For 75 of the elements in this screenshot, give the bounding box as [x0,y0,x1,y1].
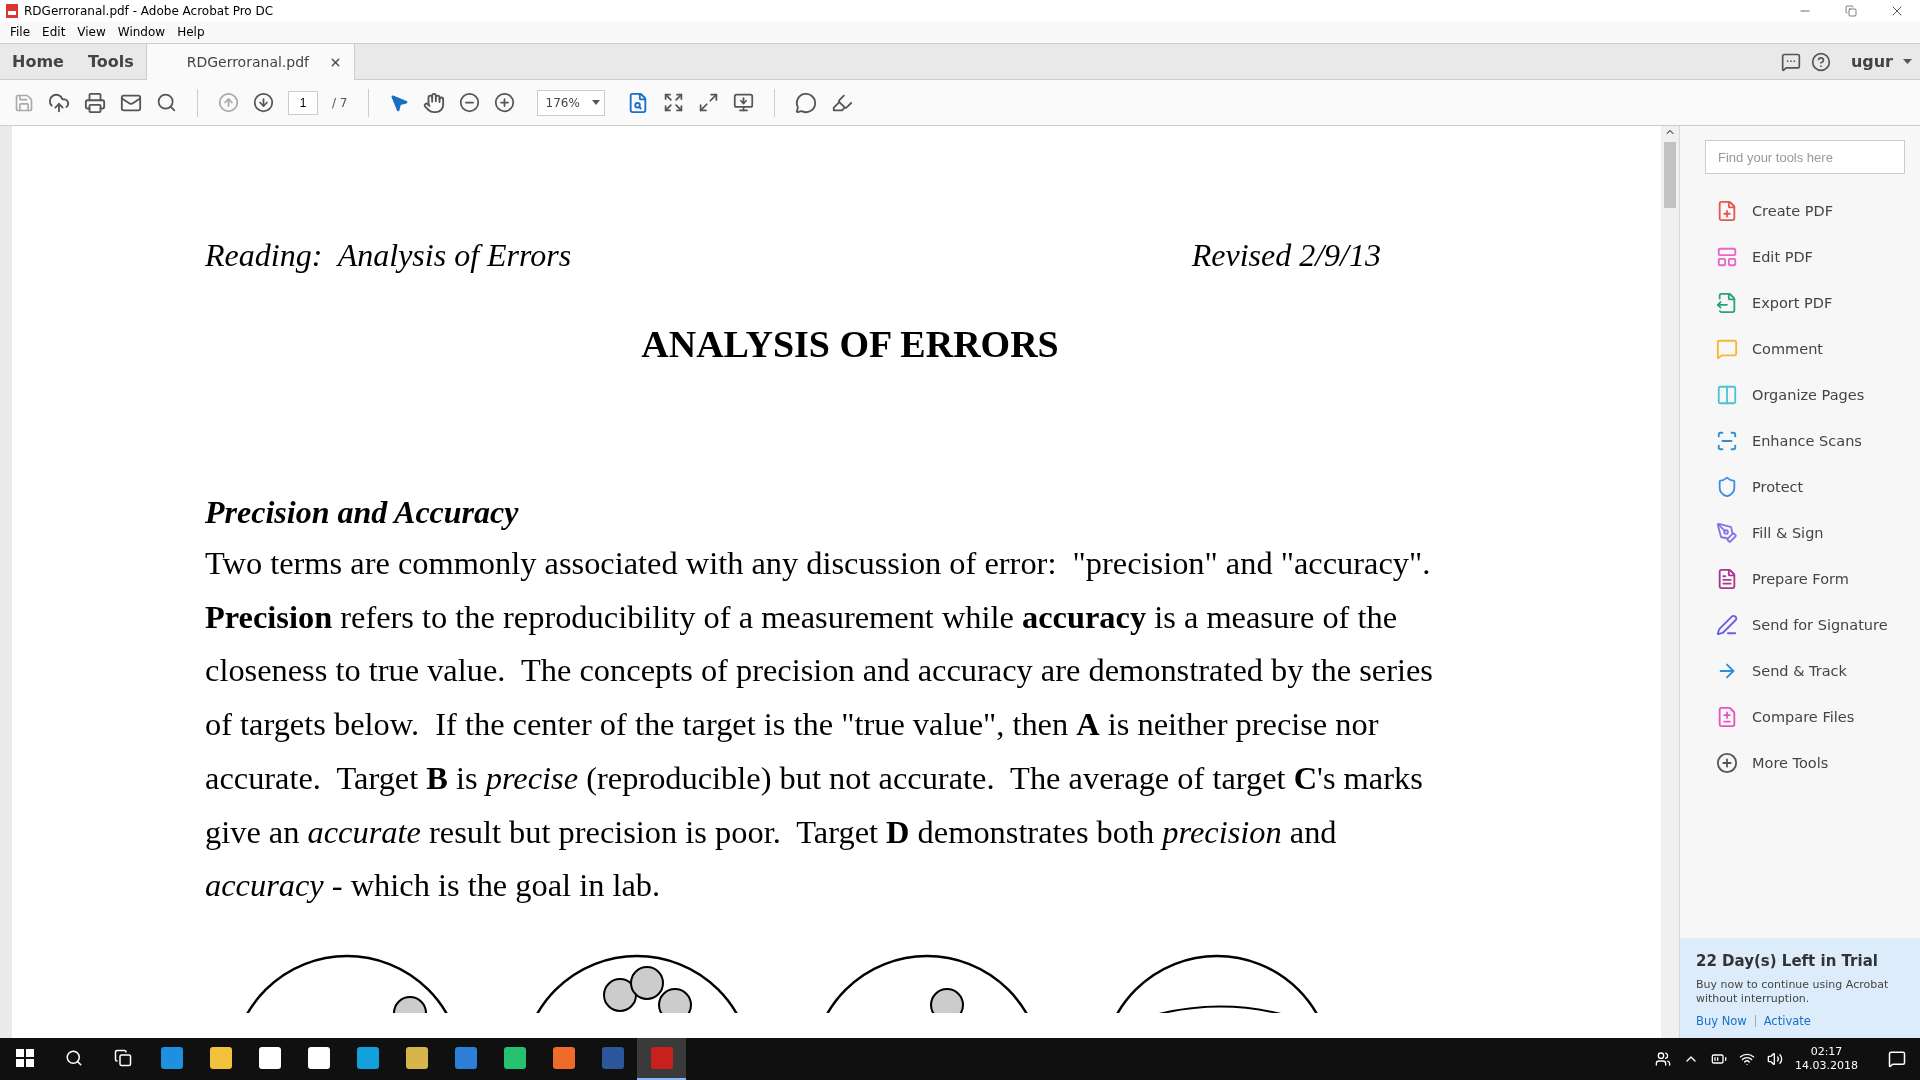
zoom-in-button[interactable] [493,92,515,113]
tool-item[interactable]: Edit PDF [1680,234,1920,280]
tool-item[interactable]: Compare Files [1680,694,1920,740]
tool-item[interactable]: More Tools [1680,740,1920,786]
app-icon [650,1047,673,1069]
comment-icon[interactable] [1780,51,1801,72]
search-button[interactable] [156,92,177,113]
next-page-button[interactable] [253,92,274,113]
notifications-icon[interactable] [1888,1050,1906,1068]
revision-date: Revised 2/9/13 [1191,237,1381,274]
upload-button[interactable] [48,91,70,114]
app-icon [503,1047,526,1069]
caret-icon[interactable] [1903,59,1912,64]
hand-tool-button[interactable] [422,91,445,114]
tool-item[interactable]: Comment [1680,326,1920,372]
trial-link[interactable]: Buy Now [1696,1014,1747,1028]
caret-icon [591,100,600,105]
trial-text: Buy now to continue using Acrobat without interruption. [1696,978,1890,1006]
volume-icon[interactable] [1767,1051,1783,1067]
app-icon [258,1047,281,1069]
page-number-field[interactable]: 1 [288,90,318,115]
app-icon [454,1047,477,1069]
section-heading: Precision and Accuracy [205,494,520,531]
search-icon [64,1049,83,1067]
menu-item[interactable]: View [71,22,112,43]
clock[interactable]: 02:17 14.03.2018 [1795,1045,1858,1073]
scrollbar-thumb[interactable] [1664,142,1676,208]
print-button[interactable] [84,91,106,114]
scroll-mode-button[interactable] [732,92,754,113]
document-title: ANALYSIS OF ERRORS [640,322,1060,366]
tool-item[interactable]: Protect [1680,464,1920,510]
page-count: / 7 [332,95,348,110]
help-icon[interactable] [1810,51,1831,72]
tool-item[interactable]: Create PDF [1680,188,1920,234]
user-name[interactable]: ugur [1850,52,1893,71]
fit-page-button[interactable] [662,92,684,113]
tool-item[interactable]: Enhance Scans [1680,418,1920,464]
network-icon[interactable] [1739,1051,1755,1067]
document-tab[interactable]: RDGerroranal.pdf [145,44,355,80]
app-icon [209,1047,232,1069]
nav-tab[interactable]: Home [0,44,76,79]
trial-title: 22 Day(s) Left in Trial [1696,952,1879,970]
pdf-file-icon [6,4,18,18]
battery-icon[interactable] [1711,1051,1727,1067]
app-icon [601,1047,624,1069]
window-title: RDGerroranal.pdf - Adobe Acrobat Pro DC [24,4,274,18]
menu-item[interactable]: Window [111,22,172,43]
people-icon[interactable] [1655,1051,1671,1067]
scrollbar[interactable] [1661,126,1679,1038]
page-header-text: Reading: Analysis of Errors [205,237,572,274]
app-icon [160,1047,183,1069]
paragraph: Two terms are commonly associated with any discussion of error: "precision" and "accuracy". Precision refers to the reproducibility of a measurement while accuracy is a measure of the closeness to true value. The concepts of precision and accuracy are demonstrated by the series of targets below. If the center of the target is the "true value", then A is neither precise nor accurate. Target B is precise (reproducible) but not accurate. The average of target C's marks give an accurate result but precision is poor. Target D demonstrates both precision and accuracy - which is the goal in lab. [205,544,1434,906]
app-icon [356,1047,379,1069]
task-view-icon [113,1049,132,1067]
trial-link[interactable]: Activate [1763,1014,1811,1028]
zoom-out-button[interactable] [458,92,480,113]
tools-search-field[interactable]: Find your tools here [1705,140,1905,174]
menu-item[interactable]: File [4,22,37,43]
menu-item[interactable]: Help [171,22,211,43]
tool-item[interactable]: Fill & Sign [1680,510,1920,556]
menu-item[interactable]: Edit [36,22,72,43]
tool-item[interactable]: Send & Track [1680,648,1920,694]
tool-item[interactable]: Export PDF [1680,280,1920,326]
restore-icon [1845,5,1857,17]
tool-item[interactable]: Prepare Form [1680,556,1920,602]
zoom-dropdown[interactable]: 176% [536,89,605,116]
nav-tab[interactable]: Tools [75,44,146,79]
full-screen-button[interactable] [697,92,719,113]
app-icon [307,1047,330,1069]
tool-item[interactable]: Send for Signature [1680,602,1920,648]
tool-item[interactable]: Organize Pages [1680,372,1920,418]
comment-button[interactable] [794,91,817,114]
windows-logo-icon [15,1049,34,1067]
app-icon [405,1047,428,1069]
app-icon [552,1047,575,1069]
